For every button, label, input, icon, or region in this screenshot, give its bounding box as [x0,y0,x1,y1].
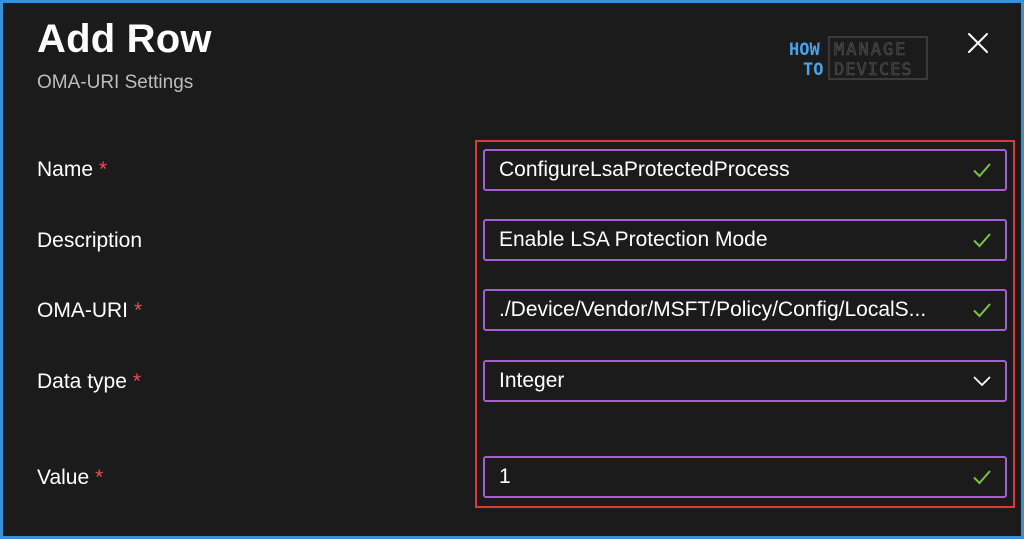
description-label: Description [37,229,143,252]
add-row-panel: Add Row OMA-URI Settings HOW TO MANAGE D… [0,0,1024,539]
name-input[interactable] [499,158,963,182]
data-type-selected-value: Integer [499,369,565,392]
data-type-dropdown[interactable]: Integer [483,360,1007,402]
value-input[interactable] [499,465,963,489]
page-title: Add Row [37,17,212,61]
oma-uri-label: OMA-URI * [37,299,143,322]
required-marker: * [95,466,104,489]
name-field[interactable] [483,149,1007,191]
checkmark-icon [973,233,991,248]
required-marker: * [99,158,108,181]
name-label: Name * [37,158,108,181]
close-button[interactable] [960,25,996,61]
chevron-down-icon [973,376,991,387]
value-label: Value * [37,466,104,489]
value-field[interactable] [483,456,1007,498]
required-marker: * [134,299,143,322]
checkmark-icon [973,303,991,318]
description-field[interactable] [483,219,1007,261]
oma-uri-field[interactable] [483,289,1007,331]
required-marker: * [132,370,142,393]
logo-text-devices: DEVICES [834,60,913,80]
checkmark-icon [973,470,991,485]
checkmark-icon [973,163,991,178]
data-type-label: Data type * [37,370,142,393]
close-icon [968,33,988,53]
logo-text-manage: MANAGE [834,40,907,60]
logo-text-to: TO [803,60,823,80]
howtomanagedevices-logo: HOW TO MANAGE DEVICES [789,36,928,80]
description-input[interactable] [499,228,963,252]
oma-uri-input[interactable] [499,298,963,322]
logo-text-how: HOW [789,40,820,60]
page-subtitle: OMA-URI Settings [37,72,194,93]
